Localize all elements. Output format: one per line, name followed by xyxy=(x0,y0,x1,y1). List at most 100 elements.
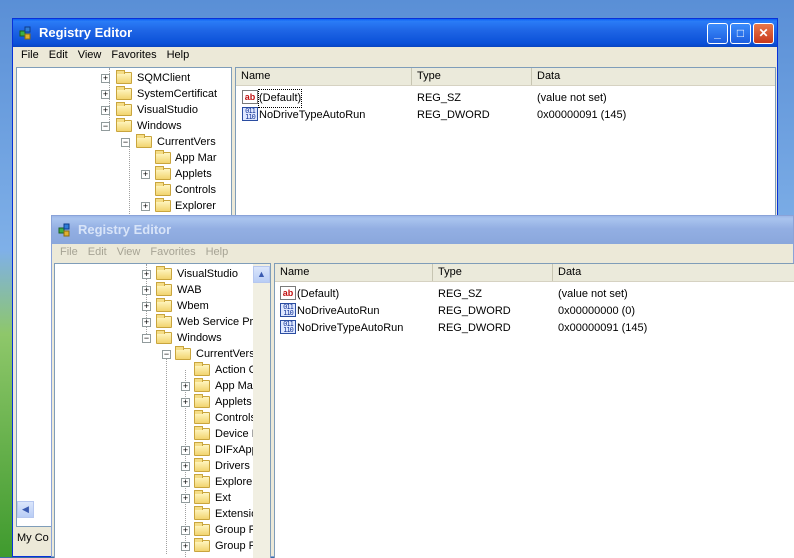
expand-icon[interactable]: + xyxy=(181,398,190,407)
maximize-button[interactable]: □ xyxy=(730,23,751,44)
scroll-up-button[interactable]: ▲ xyxy=(253,266,270,283)
tree-item[interactable]: − CurrentVers xyxy=(55,346,255,362)
tree-item[interactable]: − Windows xyxy=(55,330,255,346)
column-name[interactable]: Name xyxy=(275,264,433,281)
column-name[interactable]: Name xyxy=(236,68,412,85)
value-row[interactable]: ab (Default) REG_SZ (value not set) xyxy=(275,286,794,303)
tree-item[interactable]: + Explorer xyxy=(17,198,231,214)
tree-item[interactable]: + VisualStudio xyxy=(17,102,231,118)
value-type: REG_DWORD xyxy=(438,305,511,317)
value-type: REG_DWORD xyxy=(417,109,490,121)
value-data: 0x00000091 (145) xyxy=(558,322,648,334)
tree-item[interactable]: + Explorer xyxy=(55,474,256,490)
expand-icon[interactable]: + xyxy=(101,106,110,115)
registry-editor-window-front[interactable]: Registry Editor File Edit View Favorites Hel… xyxy=(51,215,794,558)
tree-item[interactable]: + Wbem xyxy=(55,298,255,314)
column-header: Name Type Data xyxy=(275,264,794,282)
expand-icon[interactable]: + xyxy=(101,90,110,99)
tree-item[interactable]: + Applets xyxy=(17,166,231,182)
tree-item[interactable]: − CurrentVers xyxy=(17,134,231,150)
values-pane[interactable]: Name Type Data ab (Default) REG_SZ (valu… xyxy=(274,263,794,558)
value-name: (Default) xyxy=(257,89,303,108)
menu-favorites[interactable]: Favorites xyxy=(145,244,200,258)
tree-item[interactable]: Controls xyxy=(55,410,256,426)
tree-item[interactable]: + DIFxApp xyxy=(55,442,258,458)
tree-item[interactable]: + Ext xyxy=(55,490,255,506)
expand-icon[interactable]: + xyxy=(181,542,190,551)
menu-view[interactable]: View xyxy=(112,244,146,258)
collapse-icon[interactable]: − xyxy=(162,350,171,359)
expand-icon[interactable]: + xyxy=(141,170,150,179)
menu-file[interactable]: File xyxy=(16,47,44,61)
value-row[interactable]: ab (Default) REG_SZ (value not set) xyxy=(236,89,775,108)
menu-help[interactable]: Help xyxy=(162,47,195,61)
folder-icon xyxy=(155,150,171,164)
folder-icon xyxy=(156,266,172,280)
menu-view[interactable]: View xyxy=(73,47,107,61)
minimize-button[interactable]: _ xyxy=(707,23,728,44)
expand-icon[interactable]: + xyxy=(181,446,190,455)
tree-item[interactable]: + WAB xyxy=(55,282,255,298)
window-title: Registry Editor xyxy=(39,25,133,40)
value-name: NoDriveTypeAutoRun xyxy=(297,322,404,334)
collapse-icon[interactable]: − xyxy=(142,334,151,343)
column-data[interactable]: Data xyxy=(532,68,775,85)
tree-item[interactable]: Controls xyxy=(17,182,231,198)
expand-icon[interactable]: + xyxy=(181,462,190,471)
binary-icon: 011 110 xyxy=(280,320,296,334)
expand-icon[interactable]: + xyxy=(142,318,151,327)
tree-item[interactable]: + App Mar xyxy=(55,378,257,394)
value-data: (value not set) xyxy=(558,288,628,300)
folder-icon xyxy=(194,506,210,520)
menu-edit[interactable]: Edit xyxy=(83,244,112,258)
value-row[interactable]: 011 110 NoDriveTypeAutoRun REG_DWORD 0x00… xyxy=(236,107,775,124)
expand-icon[interactable]: + xyxy=(141,202,150,211)
tree-item[interactable]: + SQMClient xyxy=(17,70,231,86)
expand-icon[interactable]: + xyxy=(181,382,190,391)
expand-icon[interactable]: + xyxy=(181,478,190,487)
folder-icon xyxy=(116,86,132,100)
value-row[interactable]: 011 110 NoDriveAutoRun REG_DWORD 0x000000… xyxy=(275,303,794,320)
expand-icon[interactable]: + xyxy=(142,270,151,279)
collapse-icon[interactable]: − xyxy=(121,138,130,147)
key-tree-pane[interactable]: + VisualStudio + WAB + Wbem + Web Servic… xyxy=(54,263,271,558)
folder-icon xyxy=(194,410,210,424)
title-bar[interactable]: Registry Editor xyxy=(52,216,793,244)
folder-icon xyxy=(116,118,132,132)
column-type[interactable]: Type xyxy=(433,264,553,281)
title-bar[interactable]: Registry Editor _ □ ✕ xyxy=(13,19,777,47)
tree-item[interactable]: + Group P xyxy=(55,522,256,538)
tree-item[interactable]: + Group P xyxy=(55,538,256,554)
menu-help[interactable]: Help xyxy=(201,244,234,258)
tree-item[interactable]: App Mar xyxy=(17,150,231,166)
tree-item[interactable]: + SystemCertificat xyxy=(17,86,231,102)
tree-item[interactable]: Action C xyxy=(55,362,257,378)
value-data: (value not set) xyxy=(537,92,607,104)
tree-item[interactable]: + Applets xyxy=(55,394,255,410)
expand-icon[interactable]: + xyxy=(142,286,151,295)
value-name: (Default) xyxy=(297,288,340,300)
tree-item[interactable]: Device I xyxy=(55,426,255,442)
expand-icon[interactable]: + xyxy=(101,74,110,83)
menu-edit[interactable]: Edit xyxy=(44,47,73,61)
folder-icon xyxy=(156,298,172,312)
menu-favorites[interactable]: Favorites xyxy=(106,47,161,61)
close-button[interactable]: ✕ xyxy=(753,23,774,44)
tree-item[interactable]: + VisualStudio xyxy=(55,266,255,282)
value-row[interactable]: 011 110 NoDriveTypeAutoRun REG_DWORD 0x00… xyxy=(275,320,794,337)
binary-icon: 011 110 xyxy=(242,107,258,121)
collapse-icon[interactable]: − xyxy=(101,122,110,131)
tree-item[interactable]: − Windows xyxy=(17,118,231,134)
expand-icon[interactable]: + xyxy=(181,494,190,503)
folder-icon xyxy=(194,442,210,456)
expand-icon[interactable]: + xyxy=(181,526,190,535)
tree-vertical-scrollbar[interactable]: ▲ xyxy=(253,264,270,558)
tree-item[interactable]: + Web Service Pro xyxy=(55,314,259,330)
scroll-left-button[interactable]: ◀ xyxy=(17,501,34,518)
column-type[interactable]: Type xyxy=(412,68,532,85)
tree-item[interactable]: + Drivers xyxy=(55,458,255,474)
expand-icon[interactable]: + xyxy=(142,302,151,311)
menu-file[interactable]: File xyxy=(55,244,83,258)
tree-item[interactable]: Extensio xyxy=(55,506,257,522)
column-data[interactable]: Data xyxy=(553,264,794,281)
